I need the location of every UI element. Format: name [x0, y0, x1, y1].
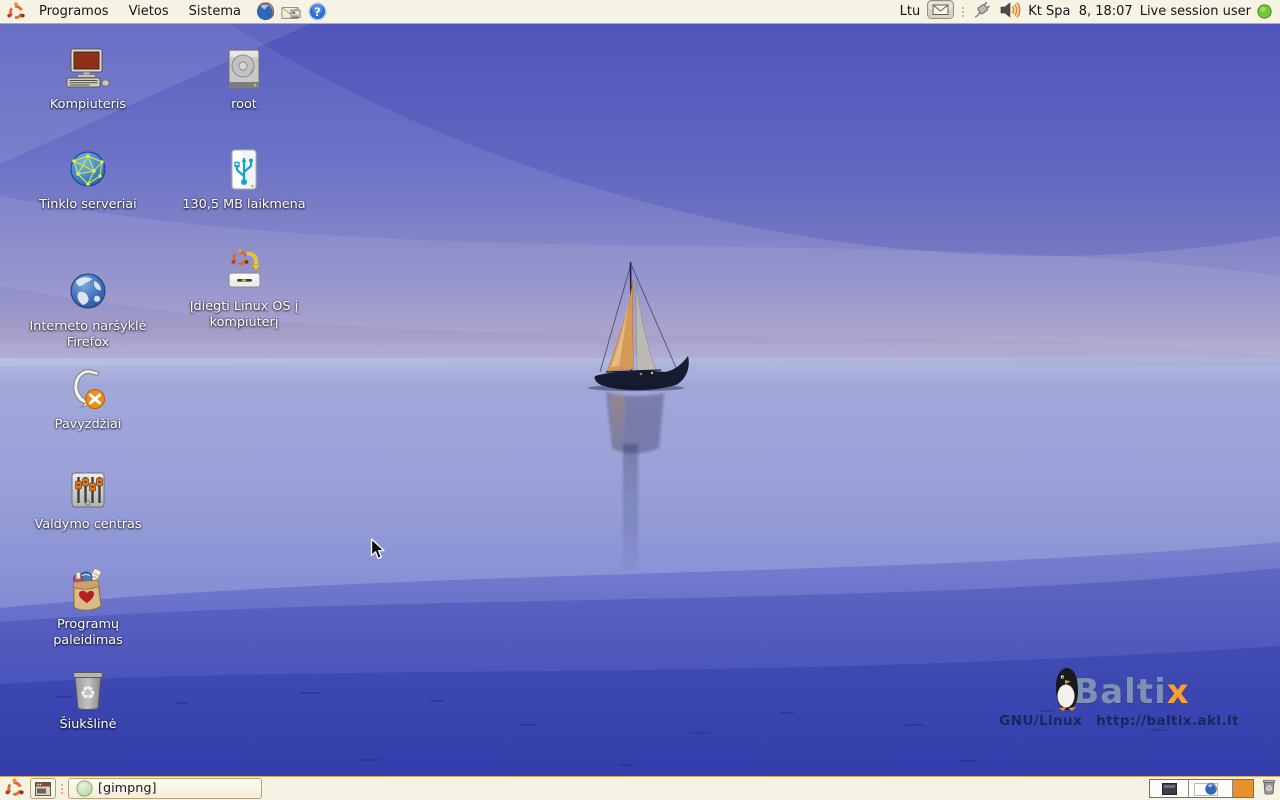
workspace-firefox-thumbnail: [1204, 782, 1218, 796]
svg-text:♻: ♻: [80, 683, 96, 704]
network-plug-icon[interactable]: [972, 0, 992, 24]
desktop-icon-label: Šiukšlinė: [60, 717, 117, 733]
workspace-window-thumbnail: [1162, 783, 1177, 795]
user-switcher-label: Live session user: [1140, 4, 1251, 19]
workspace-1[interactable]: [1150, 780, 1189, 797]
show-desktop-icon: [35, 782, 51, 796]
desktop-icon-label: Valdymo centras: [34, 517, 141, 533]
desktop-icon-kompiuteris[interactable]: Kompiuteris: [13, 46, 163, 113]
taskbar-window-button[interactable]: [gimpng]: [68, 778, 262, 799]
baltix-watermark: Baltix GNU/Linux http://baltix.akl.lt: [1000, 664, 1238, 729]
window-app-icon: [76, 780, 93, 797]
computer-icon: [64, 46, 112, 94]
clock-applet[interactable]: Kt Spa 8, 18:07: [1028, 4, 1133, 19]
control-center-icon: [64, 466, 112, 514]
install-os-icon: [220, 248, 268, 296]
app-install-bag-icon: [64, 566, 112, 614]
menu-sistema[interactable]: Sistema: [180, 0, 250, 23]
top-panel: Programos Vietos Sistema: [0, 0, 1280, 24]
network-globe-icon: [64, 146, 112, 194]
svg-text:♻: ♻: [1265, 784, 1272, 793]
taskbar-window-title: [gimpng]: [98, 781, 157, 796]
brand-tagline-os: GNU/Linux: [999, 713, 1082, 729]
usb-drive-icon: [220, 146, 268, 194]
mail-launcher-icon[interactable]: [280, 1, 302, 23]
browser-globe-icon: [64, 268, 112, 316]
workspace-3-active[interactable]: [1233, 780, 1253, 797]
applet-handle: [961, 7, 965, 17]
hard-disk-icon: [220, 46, 268, 94]
desktop-icon-label: root: [231, 97, 257, 113]
desktop-icon-firefox[interactable]: Interneto naršyklė Firefox: [13, 268, 163, 351]
presence-available-icon: [1257, 4, 1272, 19]
svg-text:?: ?: [314, 5, 321, 19]
volume-icon[interactable]: [999, 0, 1021, 24]
desktop-icon-siuksline[interactable]: ♻ Šiukšlinė: [13, 666, 163, 733]
desktop-icon-tinklo-serveriai[interactable]: Tinklo serveriai: [13, 146, 163, 213]
user-switcher[interactable]: Live session user: [1140, 4, 1272, 19]
desktop-icon-label: Interneto naršyklė Firefox: [22, 319, 154, 351]
trash-icon: ♻: [64, 666, 112, 714]
applet-handle: [60, 784, 64, 794]
desktop-icon-label: Tinklo serveriai: [39, 197, 136, 213]
keyboard-layout-indicator[interactable]: Ltu: [900, 4, 921, 19]
desktop-icon-usb-laikmena[interactable]: 130,5 MB laikmena: [169, 146, 319, 213]
workspace-switcher: [1149, 779, 1254, 798]
desktop-icon-label: Programų paleidimas: [41, 617, 136, 649]
desktop-icon-label: Pavyzdžiai: [55, 417, 122, 433]
help-launcher-icon[interactable]: ?: [306, 1, 328, 23]
show-desktop-button[interactable]: [30, 778, 56, 799]
menu-vietos[interactable]: Vietos: [120, 0, 178, 23]
bottom-distro-logo-icon[interactable]: [3, 778, 25, 800]
firefox-launcher-icon[interactable]: [254, 1, 276, 23]
trash-applet[interactable]: ♻: [1261, 778, 1277, 799]
mouse-cursor: [370, 538, 386, 560]
menu-programos[interactable]: Programos: [30, 0, 118, 23]
desktop-icon-pavyzdziai[interactable]: Pavyzdžiai: [13, 366, 163, 433]
examples-folder-icon: [64, 366, 112, 414]
brand-name-x: x: [1167, 672, 1190, 712]
desktop-screen: Programos Vietos Sistema: [0, 0, 1280, 800]
desktop-icon-label: Įdiegti Linux OS į kompiuterį: [176, 299, 312, 331]
desktop-icon-label: Kompiuteris: [50, 97, 126, 113]
brand-tagline-url: http://baltix.akl.lt: [1096, 713, 1239, 729]
desktop-icon-install-linux[interactable]: Įdiegti Linux OS į kompiuterį: [169, 248, 319, 331]
distro-menu-logo-icon[interactable]: [5, 1, 27, 23]
desktop-icon-root[interactable]: root: [169, 46, 319, 113]
trash-applet-icon: ♻: [1261, 778, 1277, 795]
workspace-2[interactable]: [1189, 780, 1233, 797]
desktop-icon-label: 130,5 MB laikmena: [182, 197, 305, 213]
desktop-icon-programu-paleidimas[interactable]: Programų paleidimas: [13, 566, 163, 649]
brand-name-text: alti: [1100, 672, 1167, 712]
bottom-panel: [gimpng]: [0, 776, 1280, 800]
mail-notification-icon[interactable]: [927, 0, 954, 23]
desktop-icon-valdymo-centras[interactable]: Valdymo centras: [13, 466, 163, 533]
penguin-icon: [1048, 666, 1086, 712]
